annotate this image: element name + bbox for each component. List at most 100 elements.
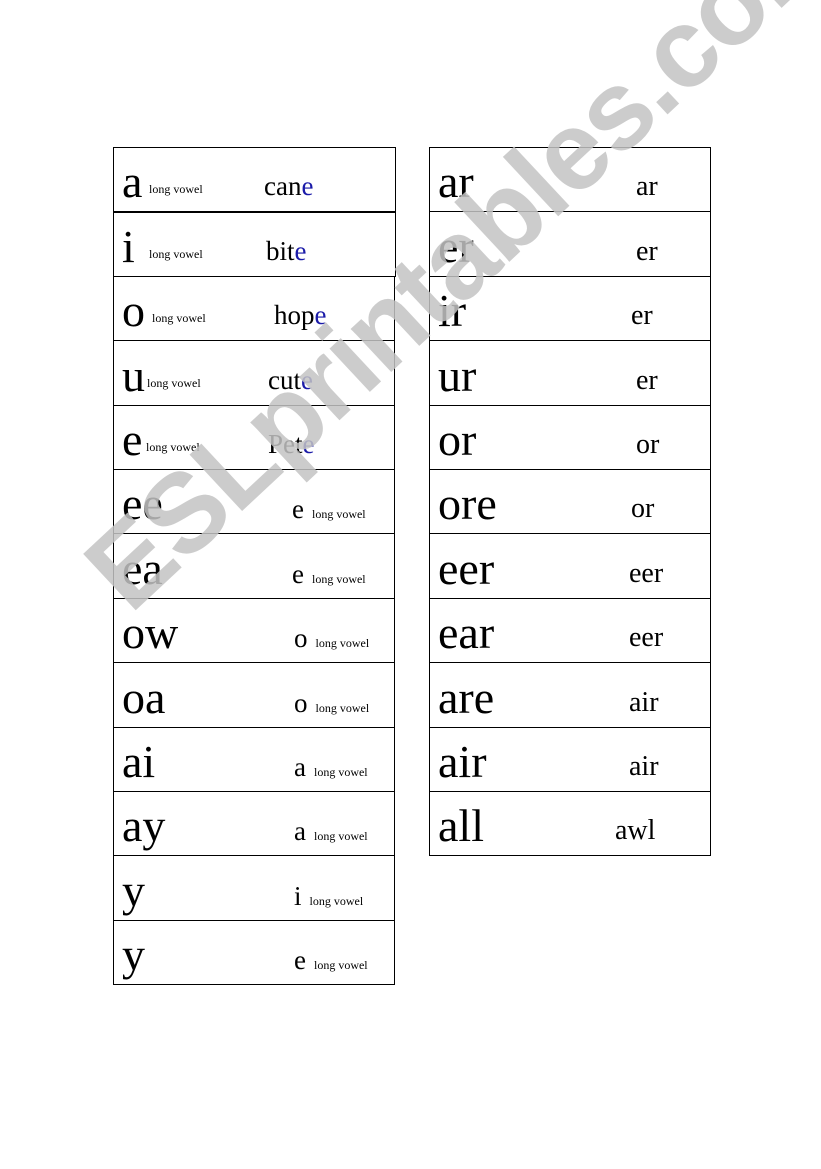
sound: o long vowel bbox=[294, 687, 370, 718]
example-stem: Pet bbox=[268, 428, 303, 459]
phonics-card: eer eer bbox=[429, 533, 711, 599]
example-word: Pete bbox=[268, 428, 315, 459]
sound: ar bbox=[636, 171, 658, 203]
spelling: ear bbox=[438, 607, 495, 659]
phonics-card: ar ar bbox=[429, 147, 711, 213]
long-vowel-note: long vowel bbox=[313, 958, 368, 973]
sound: e long vowel bbox=[294, 947, 368, 974]
sound-letter: i bbox=[294, 880, 302, 911]
spelling: or bbox=[438, 413, 477, 465]
vowel-cards-column: a long vowel cane i long vowel bite o lo… bbox=[113, 147, 396, 986]
spelling: ore bbox=[438, 478, 497, 530]
long-vowel-note: long vowel bbox=[313, 764, 368, 779]
sound: or bbox=[631, 493, 655, 525]
spelling: y bbox=[122, 864, 145, 916]
phonics-card: er er bbox=[429, 211, 711, 277]
example-word: cute bbox=[268, 364, 313, 395]
long-vowel-note: long vowel bbox=[315, 700, 370, 715]
phonics-card: ore or bbox=[429, 468, 711, 535]
sound-letter: o bbox=[294, 623, 308, 654]
phonics-card: ea e long vowel bbox=[113, 533, 395, 599]
long-vowel-note: long vowel bbox=[149, 182, 203, 197]
phonics-card: u long vowel cute bbox=[113, 340, 395, 406]
spelling: ee bbox=[122, 478, 163, 530]
spelling: a bbox=[122, 156, 143, 208]
silent-e-highlight: e bbox=[301, 171, 314, 202]
spelling: are bbox=[438, 671, 495, 723]
sound-letter: o bbox=[294, 687, 308, 718]
sound: a long vowel bbox=[294, 751, 368, 782]
long-vowel-note: long vowel bbox=[146, 439, 200, 454]
spelling: ir bbox=[438, 285, 467, 337]
phonics-card: are air bbox=[429, 662, 711, 728]
spelling: ai bbox=[122, 735, 156, 787]
spelling: ea bbox=[122, 542, 163, 594]
phonics-card: y i long vowel bbox=[113, 855, 395, 921]
phonics-card: all awl bbox=[429, 790, 711, 857]
long-vowel-note: long vowel bbox=[149, 246, 203, 261]
sound-letter: e bbox=[292, 558, 304, 589]
spelling: y bbox=[122, 929, 145, 981]
spelling: ar bbox=[438, 156, 474, 208]
spelling: ow bbox=[122, 607, 179, 659]
phonics-card: or or bbox=[429, 404, 711, 470]
phonics-card: o long vowel hope bbox=[113, 275, 395, 342]
sound: eer bbox=[629, 622, 664, 654]
long-vowel-note: long vowel bbox=[147, 375, 201, 390]
sound-letter: a bbox=[294, 751, 306, 782]
silent-e-highlight: e bbox=[314, 300, 327, 331]
spelling: i bbox=[122, 220, 135, 272]
silent-e-highlight: e bbox=[294, 235, 307, 266]
example-stem: bit bbox=[266, 235, 295, 266]
long-vowel-note: long vowel bbox=[315, 636, 370, 651]
phonics-card: i long vowel bite bbox=[113, 211, 396, 277]
sound: o long vowel bbox=[294, 625, 369, 652]
sound: awl bbox=[615, 815, 656, 847]
sound-letter: e bbox=[294, 945, 306, 976]
spelling: all bbox=[438, 800, 484, 852]
silent-e-highlight: e bbox=[302, 428, 315, 459]
example-stem: cut bbox=[268, 364, 301, 395]
phonics-card: ee e long vowel bbox=[113, 468, 395, 535]
long-vowel-note: long vowel bbox=[152, 311, 206, 326]
sound-letter: e bbox=[292, 494, 304, 525]
long-vowel-note: long vowel bbox=[313, 829, 368, 844]
spelling: oa bbox=[122, 671, 166, 723]
silent-e-highlight: e bbox=[301, 364, 313, 395]
spelling: e bbox=[122, 413, 143, 465]
phonics-card: ai a long vowel bbox=[113, 726, 395, 792]
phonics-card: ur er bbox=[429, 340, 711, 406]
example-stem: hop bbox=[274, 300, 315, 331]
phonics-card: a long vowel cane bbox=[113, 147, 396, 213]
spelling: u bbox=[122, 349, 145, 401]
phonics-card: air air bbox=[429, 726, 711, 792]
phonics-card: e long vowel Pete bbox=[113, 404, 395, 470]
example-word: bite bbox=[266, 235, 307, 266]
phonics-card: ir er bbox=[429, 275, 711, 342]
long-vowel-note: long vowel bbox=[311, 571, 366, 586]
example-word: hope bbox=[274, 302, 326, 329]
sound: er bbox=[631, 300, 653, 332]
phonics-card: y e long vowel bbox=[113, 919, 395, 986]
phonics-card: ear eer bbox=[429, 597, 711, 664]
spelling: o bbox=[122, 285, 145, 337]
example-word: cane bbox=[264, 173, 313, 200]
sound: or bbox=[636, 428, 660, 460]
long-vowel-note: long vowel bbox=[311, 507, 366, 522]
sound: i long vowel bbox=[294, 880, 363, 911]
spelling: er bbox=[438, 220, 474, 272]
sound: air bbox=[629, 686, 659, 718]
sound: er bbox=[636, 235, 658, 267]
spelling: ur bbox=[438, 349, 477, 401]
example-stem: can bbox=[264, 171, 302, 202]
r-controlled-cards-column: ar ar er er ir er ur er or or ore or eer… bbox=[429, 147, 711, 857]
spelling: ay bbox=[122, 800, 166, 852]
sound: e long vowel bbox=[292, 496, 366, 523]
sound: air bbox=[629, 750, 659, 782]
phonics-card: ow o long vowel bbox=[113, 597, 395, 664]
spelling: eer bbox=[438, 542, 495, 594]
phonics-card: oa o long vowel bbox=[113, 662, 395, 728]
spelling: air bbox=[438, 735, 487, 787]
sound: a long vowel bbox=[294, 818, 368, 845]
phonics-card: ay a long vowel bbox=[113, 790, 395, 857]
